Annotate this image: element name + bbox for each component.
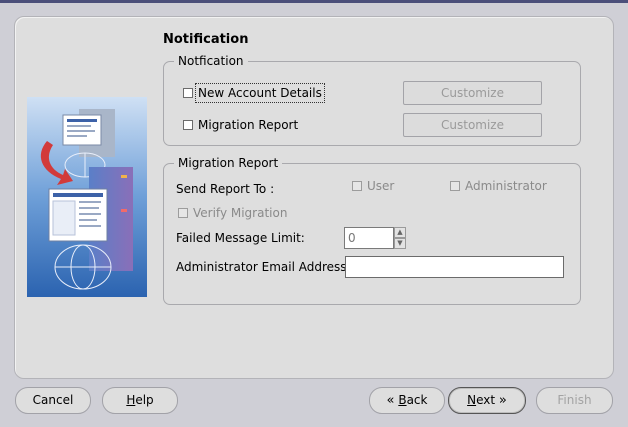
- back-button[interactable]: « Back: [369, 387, 445, 414]
- failed-message-limit-label: Failed Message Limit:: [176, 231, 305, 245]
- failed-message-limit-input[interactable]: 0: [344, 227, 394, 249]
- admin-email-label: Administrator Email Address:: [176, 260, 351, 274]
- administrator-checkbox[interactable]: [450, 181, 460, 191]
- next-button-label: Next: [467, 393, 496, 407]
- admin-email-input[interactable]: [345, 256, 564, 278]
- new-account-details-checkbox[interactable]: [183, 88, 193, 98]
- finish-button[interactable]: Finish: [536, 387, 613, 414]
- customize-migration-report-button[interactable]: Customize: [403, 113, 542, 137]
- administrator-label[interactable]: Administrator: [465, 179, 547, 193]
- next-button[interactable]: Next »: [448, 387, 526, 414]
- finish-button-label: Finish: [557, 393, 592, 407]
- cancel-button-label: Cancel: [32, 393, 74, 407]
- user-checkbox[interactable]: [352, 181, 362, 191]
- new-account-details-checkbox-row[interactable]: New Account Details: [183, 83, 325, 103]
- spin-up-icon[interactable]: ▲: [394, 227, 406, 238]
- wizard-illustration: [27, 97, 147, 297]
- migration-report-label[interactable]: Migration Report: [198, 118, 298, 132]
- back-button-label: Back: [398, 393, 428, 407]
- administrator-checkbox-row[interactable]: Administrator: [450, 178, 547, 194]
- new-account-details-label[interactable]: New Account Details: [195, 83, 325, 103]
- cancel-button[interactable]: Cancel: [15, 387, 91, 414]
- window-top-edge: [0, 0, 628, 3]
- user-label[interactable]: User: [367, 179, 394, 193]
- next-arrow-icon: »: [498, 393, 507, 408]
- migration-report-checkbox[interactable]: [183, 120, 193, 130]
- verify-migration-label[interactable]: Verify Migration: [193, 206, 287, 220]
- page-title: Notification: [163, 32, 249, 47]
- back-arrow-icon: «: [386, 393, 395, 408]
- customize-new-account-button[interactable]: Customize: [403, 81, 542, 105]
- migration-report-checkbox-row[interactable]: Migration Report: [183, 117, 298, 133]
- send-report-to-label: Send Report To :: [176, 182, 275, 196]
- failed-message-limit-spinner[interactable]: 0 ▲ ▼: [344, 227, 406, 249]
- migration-report-group-legend: Migration Report: [174, 156, 283, 170]
- spin-down-icon[interactable]: ▼: [394, 238, 406, 249]
- notification-group-legend: Notfication: [174, 54, 248, 68]
- verify-migration-checkbox[interactable]: [178, 208, 188, 218]
- verify-migration-checkbox-row[interactable]: Verify Migration: [178, 205, 287, 221]
- user-checkbox-row[interactable]: User: [352, 178, 394, 194]
- help-button-label: Help: [126, 393, 154, 407]
- help-button[interactable]: Help: [102, 387, 178, 414]
